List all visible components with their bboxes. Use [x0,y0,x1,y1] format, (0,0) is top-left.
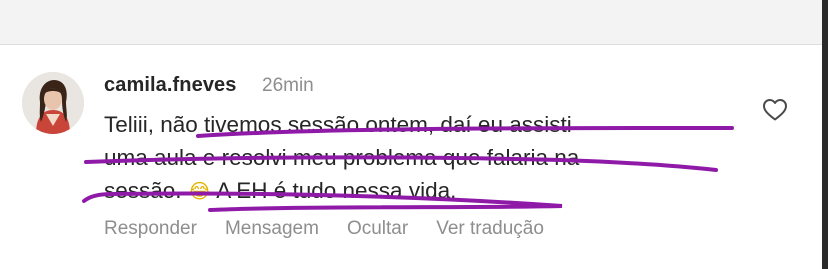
comment-text: Teliii, não tivemos sessão ontem, daí eu… [104,108,744,208]
comment-line-1: Teliii, não tivemos sessão ontem, daí eu… [104,112,572,137]
message-button[interactable]: Mensagem [225,218,319,240]
avatar[interactable] [22,72,84,134]
comment-line-3-end: A EH é tudo nessa vida. [216,178,457,203]
divider [0,44,828,45]
reply-button[interactable]: Responder [104,218,197,240]
comment-timestamp: 26min [262,75,314,96]
laughing-emoji-icon: 😂 [187,179,212,203]
translate-button[interactable]: Ver tradução [436,218,544,240]
comment-line-2: uma aula e resolvi meu problema que fala… [104,145,580,170]
profile-photo [22,72,84,134]
comment-line-3-start: sessão. [104,178,182,203]
top-bar-area [0,0,828,44]
heart-outline-icon[interactable] [762,98,788,122]
comment-line-3: sessão. 😂 A EH é tudo nessa vida. [104,174,744,208]
comment-username[interactable]: camila.fneves [104,74,237,97]
hide-button[interactable]: Ocultar [347,218,408,240]
screen-edge [822,0,828,269]
comment-actions: Responder Mensagem Ocultar Ver tradução [104,218,572,240]
